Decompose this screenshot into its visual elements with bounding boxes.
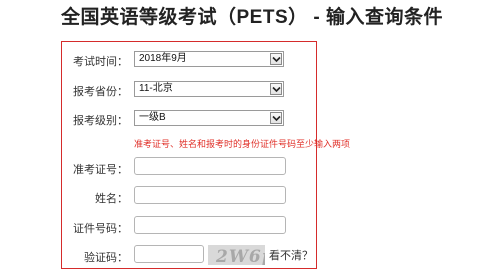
chevron-down-icon[interactable] (270, 83, 282, 95)
captcha-input[interactable] (134, 245, 204, 263)
level-value: 一级B (139, 112, 166, 123)
province-value: 11-北京 (139, 83, 173, 94)
chevron-down-icon[interactable] (270, 53, 282, 65)
page-title: 全国英语等级考试（PETS） - 输入查询条件 (61, 7, 444, 28)
level-select[interactable]: 一级B (134, 110, 284, 126)
captcha-text: 2W6p (216, 247, 265, 265)
captcha-image: 2W6p (208, 245, 265, 265)
name-label: 姓名： (95, 193, 128, 205)
name-input[interactable] (134, 186, 286, 204)
ticket-no-input[interactable] (134, 157, 286, 175)
id-no-input[interactable] (134, 216, 286, 234)
province-label: 报考省份： (73, 86, 128, 98)
province-select[interactable]: 11-北京 (134, 81, 284, 97)
ticket-no-label: 准考证号： (73, 164, 128, 176)
id-no-label: 证件号码： (73, 223, 128, 235)
exam-time-select[interactable]: 2018年9月 (134, 51, 284, 67)
level-label: 报考级别： (73, 115, 128, 127)
captcha-refresh-link[interactable]: 看不清？ (269, 247, 313, 263)
input-notice: 准考证号、姓名和报考时的身份证件号码至少输入两项 (134, 139, 351, 149)
exam-time-label: 考试时间： (73, 56, 128, 68)
chevron-down-icon[interactable] (270, 112, 282, 124)
exam-time-value: 2018年9月 (139, 53, 187, 64)
captcha-label: 验证码： (84, 252, 128, 264)
